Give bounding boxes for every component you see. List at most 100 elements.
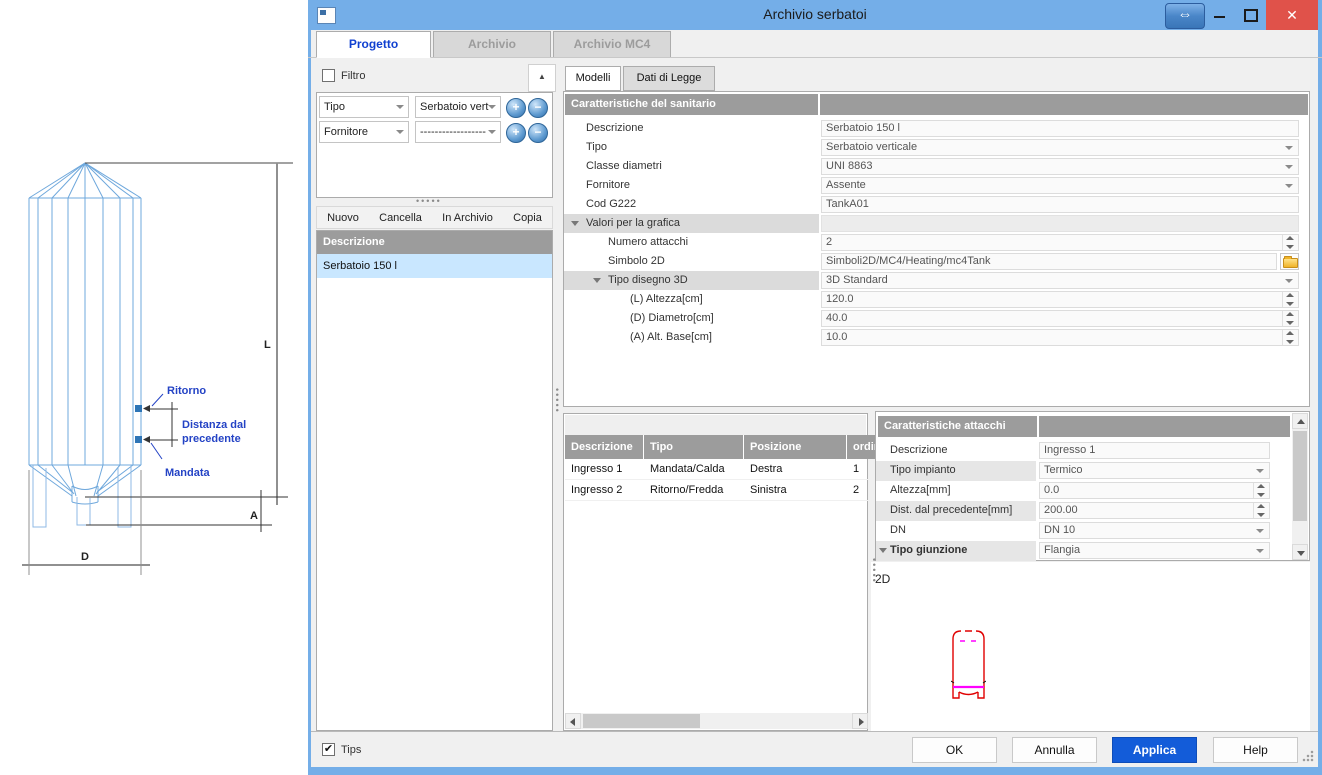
filter-field-select[interactable]: Fornitore	[319, 121, 409, 143]
attacco-descrizione-field[interactable]: Ingresso 1	[1039, 442, 1270, 459]
fornitore-select[interactable]: Assente	[821, 177, 1299, 194]
spin-up-icon[interactable]	[1286, 236, 1294, 240]
add-filter-button[interactable]: +	[506, 98, 526, 118]
spinner[interactable]	[1282, 292, 1297, 307]
remove-filter-button[interactable]: −	[528, 98, 548, 118]
spinner[interactable]	[1253, 503, 1268, 518]
resize-grip[interactable]	[1302, 750, 1314, 762]
copia-button[interactable]: Copia	[513, 212, 542, 224]
in-archivio-button[interactable]: In Archivio	[442, 212, 493, 224]
property-group-row[interactable]: Valori per la grafica	[564, 214, 1309, 233]
tab-dati-di-legge[interactable]: Dati di Legge	[623, 66, 715, 91]
browse-symbol-button[interactable]	[1280, 253, 1299, 270]
spin-up-icon[interactable]	[1257, 484, 1265, 488]
tab-modelli[interactable]: Modelli	[565, 66, 621, 91]
column-header[interactable]: Tipo	[644, 435, 744, 459]
spinner[interactable]	[1282, 330, 1297, 345]
group-spacer	[821, 215, 1299, 232]
tipo-giunzione-select[interactable]: Flangia	[1039, 542, 1270, 559]
spinner[interactable]	[1282, 311, 1297, 326]
model-list-header: Descrizione	[317, 231, 552, 254]
tipo-select[interactable]: Serbatoio verticale	[821, 139, 1299, 156]
chevron-down-icon	[396, 130, 404, 134]
spin-up-icon[interactable]	[1286, 331, 1294, 335]
dist-precedente-stepper[interactable]: 200.00	[1039, 502, 1270, 519]
scrollbar-thumb[interactable]	[1293, 431, 1307, 521]
scroll-up-button[interactable]	[1292, 413, 1308, 429]
tab-archivio-mc4[interactable]: Archivio MC4	[553, 31, 671, 58]
numero-attacchi-stepper[interactable]: 2	[821, 234, 1299, 251]
alt-base-stepper[interactable]: 10.0	[821, 329, 1299, 346]
property-row: Tipo impianto Termico	[876, 461, 1309, 481]
add-filter-button[interactable]: +	[506, 123, 526, 143]
tab-progetto[interactable]: Progetto	[316, 31, 431, 58]
column-header[interactable]: Descrizione	[565, 435, 644, 459]
property-group-row[interactable]: Tipo giunzione Flangia	[876, 541, 1309, 561]
property-row: Tipo Serbatoio verticale	[564, 138, 1309, 157]
vertical-scrollbar[interactable]	[1292, 413, 1308, 560]
expand-arrow-icon[interactable]	[879, 548, 887, 553]
cod-g222-field[interactable]: TankA01	[821, 196, 1299, 213]
scroll-down-button[interactable]	[1292, 544, 1308, 560]
spin-up-icon[interactable]	[1286, 312, 1294, 316]
maximize-button[interactable]	[1236, 0, 1264, 30]
scroll-right-button[interactable]	[852, 713, 868, 729]
table-row[interactable]: Ingresso 2 Ritorno/Fredda Sinistra 2	[565, 480, 895, 501]
annulla-button[interactable]: Annulla	[1012, 737, 1097, 763]
spin-down-icon[interactable]	[1257, 493, 1265, 497]
filtro-checkbox[interactable]	[322, 69, 335, 82]
spin-down-icon[interactable]	[1286, 340, 1294, 344]
simbolo-2d-field[interactable]: Simboli2D/MC4/Heating/mc4Tank	[821, 253, 1277, 270]
spin-up-icon[interactable]	[1257, 504, 1265, 508]
minimize-button[interactable]	[1206, 0, 1234, 30]
cancella-button[interactable]: Cancella	[379, 212, 422, 224]
nuovo-button[interactable]: Nuovo	[327, 212, 359, 224]
property-row: DN DN 10	[876, 521, 1309, 541]
spinner[interactable]	[1253, 483, 1268, 498]
property-row: Simbolo 2D Simboli2D/MC4/Heating/mc4Tank	[564, 252, 1309, 271]
expand-arrow-icon[interactable]	[571, 221, 579, 226]
diametro-stepper[interactable]: 40.0	[821, 310, 1299, 327]
classe-diametri-select[interactable]: UNI 8863	[821, 158, 1299, 175]
property-label: Fornitore	[564, 176, 630, 195]
spinner[interactable]	[1282, 235, 1297, 250]
scrollbar-thumb[interactable]	[583, 714, 700, 728]
altezza-stepper[interactable]: 120.0	[821, 291, 1299, 308]
property-group-row[interactable]: Tipo disegno 3D 3D Standard	[564, 271, 1309, 290]
spin-down-icon[interactable]	[1257, 513, 1265, 517]
column-header[interactable]: Posizione	[744, 435, 847, 459]
attacco-altezza-stepper[interactable]: 0.0	[1039, 482, 1270, 499]
tips-checkbox[interactable]: ✔	[322, 743, 335, 756]
list-item-selected[interactable]: Serbatoio 150 l	[317, 254, 552, 278]
titlebar[interactable]: Archivio serbatoi ⇔ ✕	[308, 0, 1322, 30]
filter-field-select[interactable]: Tipo	[319, 96, 409, 118]
splitter-handle[interactable]: •••••	[554, 388, 560, 414]
tipo-disegno-3d-select[interactable]: 3D Standard	[821, 272, 1299, 289]
tab-archivio[interactable]: Archivio	[433, 31, 551, 58]
ok-button[interactable]: OK	[912, 737, 997, 763]
remove-filter-button[interactable]: −	[528, 123, 548, 143]
filter-value-select[interactable]: ------------------	[415, 121, 501, 143]
dn-select[interactable]: DN 10	[1039, 522, 1270, 539]
collapse-filter-button[interactable]: ▲	[528, 64, 556, 92]
close-button[interactable]: ✕	[1266, 0, 1318, 30]
scroll-left-button[interactable]	[565, 713, 581, 729]
applica-button[interactable]: Applica	[1112, 737, 1197, 763]
spin-down-icon[interactable]	[1286, 321, 1294, 325]
filtro-label: Filtro	[341, 70, 365, 82]
splitter-handle[interactable]: •••••	[416, 196, 442, 206]
descrizione-field[interactable]: Serbatoio 150 l	[821, 120, 1299, 137]
filter-value-select[interactable]: Serbatoio vert	[415, 96, 501, 118]
spin-down-icon[interactable]	[1286, 245, 1294, 249]
model-toolbar: Nuovo Cancella In Archivio Copia	[316, 206, 553, 229]
spin-down-icon[interactable]	[1286, 302, 1294, 306]
tipo-impianto-select[interactable]: Termico	[1039, 462, 1270, 479]
flip-view-button[interactable]: ⇔	[1165, 3, 1205, 29]
spin-up-icon[interactable]	[1286, 293, 1294, 297]
chevron-down-icon	[1256, 549, 1264, 553]
horizontal-scrollbar[interactable]	[565, 713, 868, 729]
help-button[interactable]: Help	[1213, 737, 1298, 763]
expand-arrow-icon[interactable]	[593, 278, 601, 283]
screen: Ritorno Distanza dal precedente Mandata …	[0, 0, 1322, 775]
table-row[interactable]: Ingresso 1 Mandata/Calda Destra 1	[565, 459, 895, 480]
